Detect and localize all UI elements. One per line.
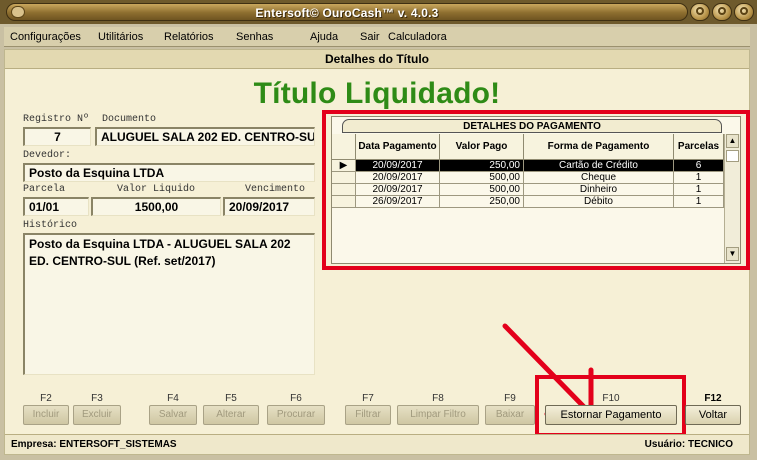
window-title: Entersoft© OuroCash™ v. 4.0.3 [255,6,439,20]
valor-liquido-field[interactable]: 1500,00 [91,197,221,216]
status-bar: Empresa: ENTERSOFT_SISTEMAS Usuário: TEC… [5,434,749,454]
titlebar-pill: Entersoft© OuroCash™ v. 4.0.3 [6,3,688,21]
menu-senhas[interactable]: Senhas [236,31,310,43]
baixar-button[interactable]: Baixar [485,405,535,425]
maximize-icon[interactable] [712,3,732,21]
devedor-label: Devedor: [23,150,72,161]
fkey-f6: F6 [290,393,302,404]
window-titlebar: Entersoft© OuroCash™ v. 4.0.3 [0,0,757,24]
historico-label: Histórico [23,220,78,231]
estornar-pagamento-button[interactable]: Estornar Pagamento [545,405,677,425]
menu-sair[interactable]: Sair [360,31,388,43]
fkey-f12: F12 [704,393,722,404]
parcela-field[interactable]: 01/01 [23,197,89,216]
close-icon[interactable] [734,3,754,21]
fkey-f10: F10 [602,393,620,404]
menu-ajuda[interactable]: Ajuda [310,31,360,43]
status-title: Título Liquidado! [253,77,501,110]
procurar-button[interactable]: Procurar [267,405,325,425]
fkey-f5: F5 [225,393,237,404]
documento-field[interactable]: ALUGUEL SALA 202 ED. CENTRO-SUL [95,127,315,146]
vencimento-field[interactable]: 20/09/2017 [223,197,315,216]
voltar-button[interactable]: Voltar [685,405,741,425]
historico-field[interactable]: Posto da Esquina LTDA - ALUGUEL SALA 202… [23,233,315,375]
menu-bar: Configurações Utilitários Relatórios Sen… [4,27,750,47]
valor-liquido-label: Valor Liquido [117,184,196,195]
excluir-button[interactable]: Excluir [73,405,121,425]
panel-title: Detalhes do Título [5,50,749,69]
menu-relatorios[interactable]: Relatórios [164,31,236,43]
documento-label: Documento [102,114,157,125]
salvar-button[interactable]: Salvar [149,405,197,425]
menu-calculadora[interactable]: Calculadora [388,31,468,43]
empresa-status: Empresa: ENTERSOFT_SISTEMAS [11,439,177,450]
registro-field[interactable]: 7 [23,127,91,146]
usuario-status: Usuário: TECNICO [644,439,733,450]
fkey-f8: F8 [432,393,444,404]
vencimento-label: Vencimento [245,184,306,195]
filtrar-button[interactable]: Filtrar [345,405,391,425]
parcela-label: Parcela [23,184,66,195]
fkey-f3: F3 [91,393,103,404]
fkey-f2: F2 [40,393,52,404]
fkey-f4: F4 [167,393,179,404]
highlight-box-payments [322,110,750,270]
menu-utilitarios[interactable]: Utilitários [98,31,164,43]
registro-label: Registro Nº [23,114,90,125]
fkey-f9: F9 [504,393,516,404]
limpar-filtro-button[interactable]: Limpar Filtro [397,405,479,425]
minimize-icon[interactable] [690,3,710,21]
incluir-button[interactable]: Incluir [23,405,69,425]
main-panel: Detalhes do Título Título Liquidado! Reg… [4,49,750,455]
alterar-button[interactable]: Alterar [203,405,259,425]
fkey-f7: F7 [362,393,374,404]
devedor-field[interactable]: Posto da Esquina LTDA [23,163,315,182]
menu-configuracoes[interactable]: Configurações [10,31,98,43]
